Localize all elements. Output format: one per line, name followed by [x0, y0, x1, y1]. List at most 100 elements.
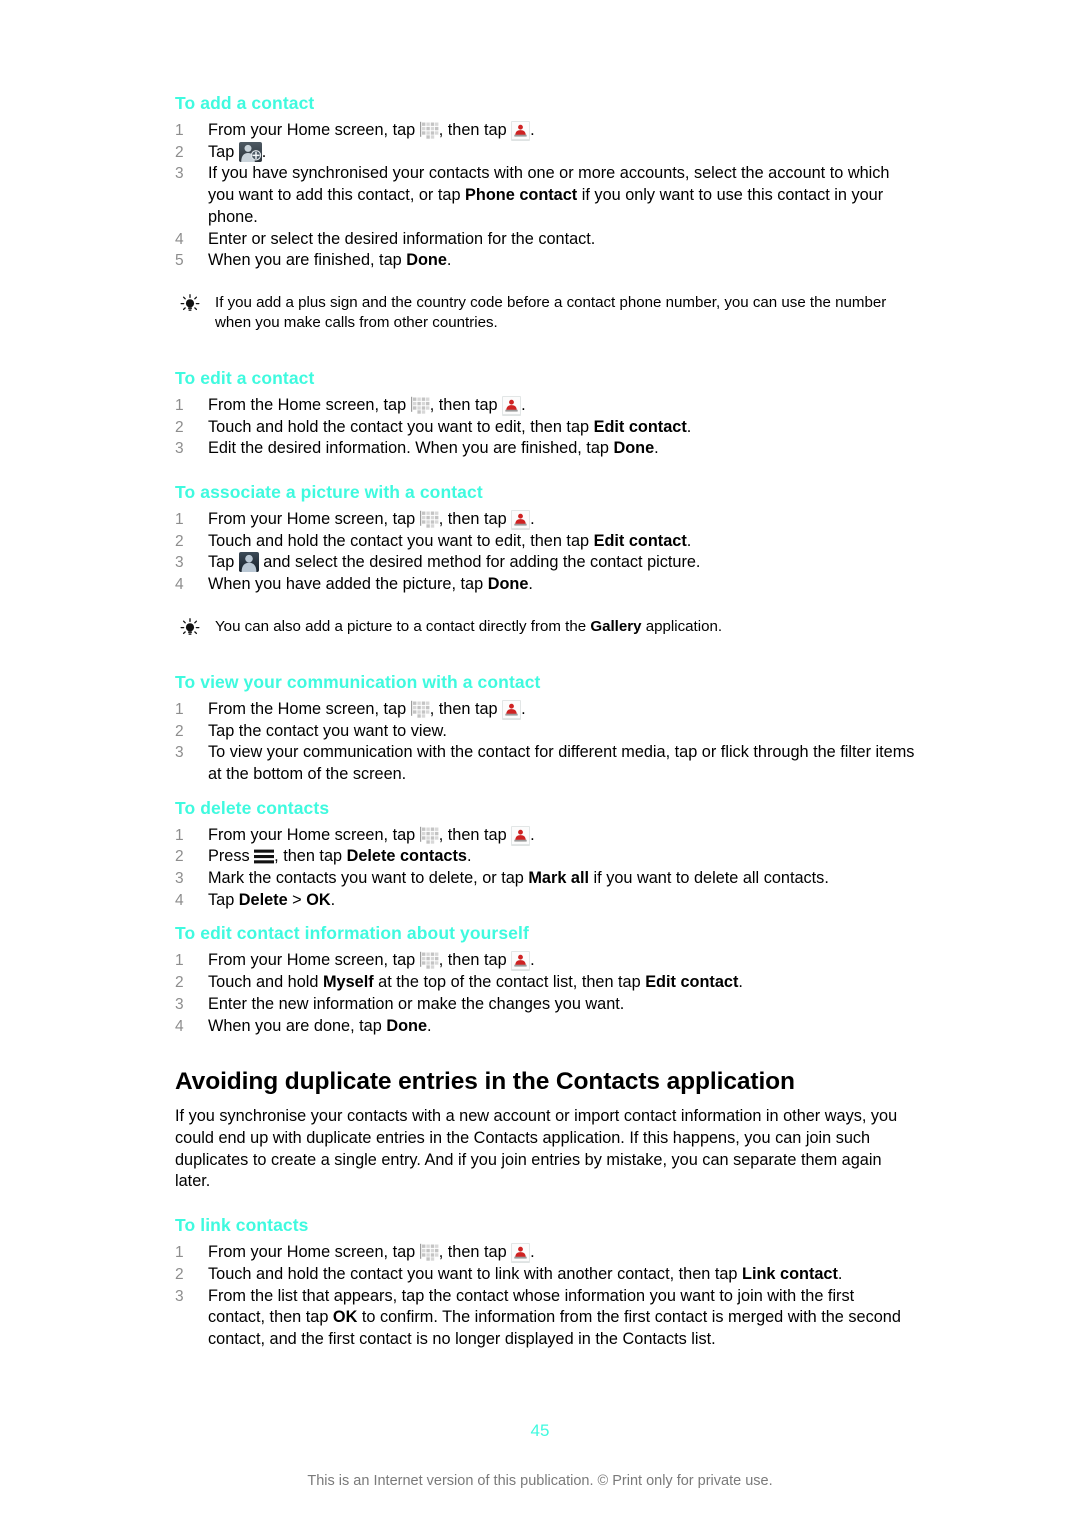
heading-to-add-a-contact: To add a contact [175, 93, 315, 113]
step-number: 4 [175, 230, 184, 248]
app-drawer-grid-icon [419, 510, 439, 530]
step-text: From your Home screen, tap , then tap . [208, 121, 535, 140]
list-item: 2 Touch and hold the contact you want to … [175, 417, 915, 439]
step-number: 4 [175, 1017, 184, 1035]
step-number: 2 [175, 1265, 184, 1283]
app-drawer-grid-icon [419, 1243, 439, 1263]
contacts-person-icon [502, 395, 522, 415]
contacts-person-icon [511, 825, 531, 845]
step-number: 1 [175, 122, 184, 139]
list-item: 3 Mark the contacts you want to delete, o… [175, 868, 915, 890]
list-item: 3 Edit the desired information. When you … [175, 438, 915, 460]
step-text: Tap the contact you want to view. [208, 721, 447, 740]
list-item: 2 Press , then tap Delete contacts. [175, 846, 915, 868]
emphasised-ui-label: Gallery [590, 617, 642, 635]
step-number: 3 [175, 554, 184, 572]
step-text: Tap and select the desired method for ad… [208, 552, 701, 573]
heading-to-link-contacts: To link contacts [175, 1215, 309, 1236]
emphasised-ui-label: Edit contact [593, 531, 687, 550]
step-text: Tap Delete > OK. [208, 890, 336, 909]
step-text: From the Home screen, tap , then tap . [208, 699, 526, 719]
emphasised-ui-label: Done [406, 251, 447, 270]
step-text: From your Home screen, tap , then tap . [208, 951, 535, 971]
step-number: 1 [175, 396, 184, 414]
step-text: Touch and hold the contact you want to l… [208, 1264, 843, 1283]
steps-to-edit-own-info: 1 From your Home screen, tap , then tap .… [175, 950, 915, 1037]
page-number: 45 [530, 1421, 550, 1440]
list-item: 1 From your Home screen, tap , then tap . [175, 950, 915, 972]
list-item: 1 From your Home screen, tap , then tap . [175, 120, 915, 142]
heading-to-view-your-communication-with-a-contact: To view your communication with a contac… [175, 671, 541, 692]
list-item: 1 From the Home screen, tap , then tap . [175, 395, 915, 417]
list-item: 5 When you are finished, tap Done. [175, 250, 915, 272]
add-contact-icon [238, 141, 262, 162]
emphasised-ui-label: Link contact [742, 1264, 838, 1283]
page-content: To add a contact 1 From your Home screen,… [175, 92, 915, 1351]
tip-note-gallery: You can also add a picture to a contact … [175, 617, 915, 637]
step-text: From your Home screen, tap , then tap . [208, 510, 535, 530]
footer-note: This is an Internet version of this publ… [307, 1473, 773, 1489]
list-item: 1 From your Home screen, tap , then tap . [175, 1242, 915, 1264]
list-item: 3 Enter the new information or make the c… [175, 994, 915, 1016]
list-item: 4 Enter or select the desired information… [175, 229, 915, 251]
contacts-person-icon [511, 121, 531, 140]
step-text: When you are finished, tap Done. [208, 251, 452, 270]
step-number: 3 [175, 870, 184, 888]
tip-text: You can also add a picture to a contact … [215, 617, 723, 635]
list-item: 2 Touch and hold the contact you want to … [175, 1264, 915, 1286]
step-text: Touch and hold the contact you want to e… [208, 531, 692, 550]
section-paragraph: If you synchronise your contacts with a … [175, 1107, 898, 1191]
step-number: 3 [175, 1287, 184, 1305]
step-number: 5 [175, 252, 184, 270]
emphasised-ui-label: Mark all [528, 869, 590, 888]
step-number: 3 [175, 440, 184, 458]
step-number: 1 [175, 511, 184, 529]
step-text: Tap . [208, 141, 267, 162]
heading-to-edit-a-contact: To edit a contact [175, 367, 315, 388]
emphasised-ui-label: Done [487, 575, 529, 594]
step-number: 1 [175, 700, 184, 718]
step-text: From your Home screen, tap , then tap . [208, 1243, 535, 1263]
contacts-person-icon [511, 510, 531, 530]
list-item: 4 Tap Delete > OK. [175, 890, 915, 912]
steps-to-associate-a-picture: 1 From your Home screen, tap , then tap .… [175, 509, 915, 596]
list-item: 1 From your Home screen, tap , then tap . [175, 825, 915, 847]
step-text: From the list that appears, tap the cont… [208, 1286, 901, 1348]
steps-to-link-contacts: 1 From your Home screen, tap , then tap .… [175, 1242, 915, 1351]
tip-text: If you add a plus sign and the country c… [215, 293, 887, 331]
light-bulb-tip-icon [179, 617, 201, 638]
step-number: 4 [175, 891, 184, 909]
step-number: 2 [175, 848, 184, 866]
steps-to-delete-contacts: 1 From your Home screen, tap , then tap .… [175, 825, 915, 912]
list-item: 2 Touch and hold Myself at the top of the… [175, 972, 915, 994]
step-text: From your Home screen, tap , then tap . [208, 825, 535, 845]
step-number: 3 [175, 995, 184, 1013]
step-number: 2 [175, 722, 184, 740]
step-text: Enter the new information or make the ch… [208, 994, 625, 1013]
list-item: 4 When you are done, tap Done. [175, 1016, 915, 1038]
step-text: Touch and hold the contact you want to e… [208, 417, 692, 436]
emphasised-ui-label: Edit contact [593, 417, 687, 436]
list-item: 3 From the list that appears, tap the con… [175, 1286, 915, 1351]
list-item: 1 From the Home screen, tap , then tap . [175, 699, 915, 721]
emphasised-ui-label: Done [386, 1016, 428, 1035]
list-item: 1 From your Home screen, tap , then tap . [175, 509, 915, 531]
step-number: 4 [175, 576, 184, 594]
step-text: Mark the contacts you want to delete, or… [208, 869, 829, 888]
step-number: 2 [175, 143, 184, 161]
step-text: When you have added the picture, tap Don… [208, 575, 533, 594]
emphasised-ui-label: Delete [238, 890, 288, 909]
step-text: Press , then tap Delete contacts. [208, 847, 472, 866]
list-item: 4 When you have added the picture, tap Do… [175, 574, 915, 596]
app-drawer-grid-icon [419, 951, 439, 971]
list-item: 2 Tap the contact you want to view. [175, 721, 915, 743]
contacts-person-icon [511, 951, 531, 971]
step-number: 1 [175, 1244, 184, 1262]
step-text: Enter or select the desired information … [208, 229, 596, 248]
emphasised-ui-label: OK [332, 1308, 358, 1327]
step-number: 2 [175, 974, 184, 992]
tip-note-phone-number: If you add a plus sign and the country c… [175, 293, 915, 333]
contacts-person-icon [511, 1243, 531, 1263]
heading-to-edit-contact-information-about-yourself: To edit contact information about yourse… [175, 923, 529, 944]
step-text: Touch and hold Myself at the top of the … [208, 973, 743, 992]
